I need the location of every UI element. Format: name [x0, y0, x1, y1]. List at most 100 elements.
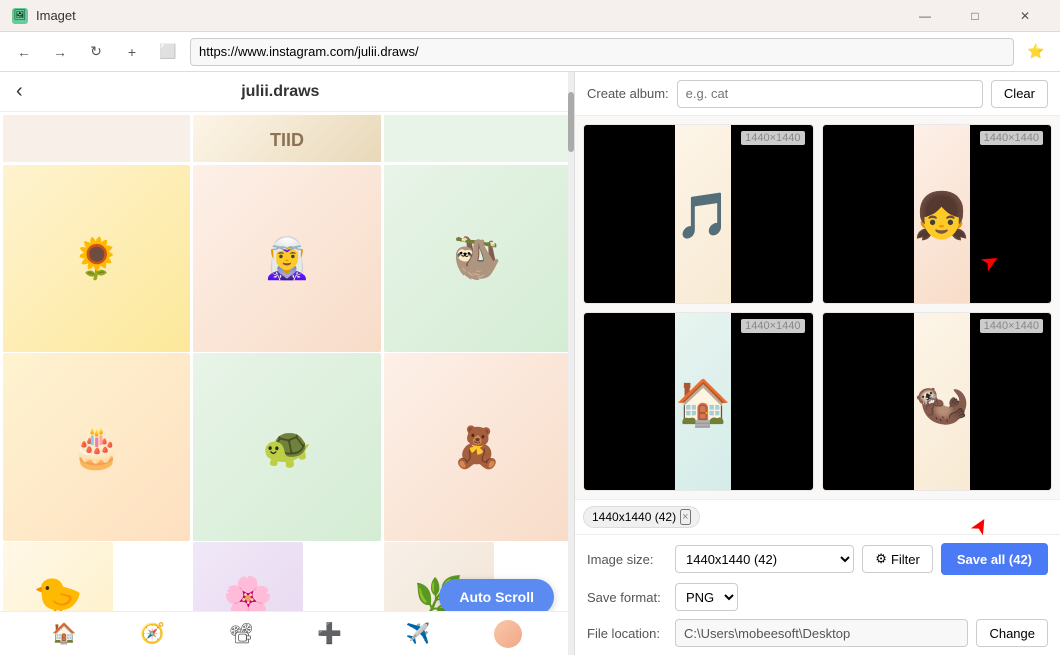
image-preview-3: 🏠 — [584, 313, 813, 492]
image-card-4-preview: 1440×1440 🦦 — [823, 313, 1052, 492]
image-size-label: Image size: — [587, 552, 667, 567]
format-label: Save format: — [587, 590, 667, 605]
image-dimension-3: 1440×1440 — [741, 319, 804, 333]
tag-label: 1440x1440 (42) — [592, 510, 676, 524]
image-preview-1: 🎵 — [584, 125, 813, 304]
cell-emoji-2: 🧝‍♀️ — [193, 165, 380, 352]
image-card-1: 1440×1440 🎵 450960918_10214325828954657_… — [583, 124, 814, 304]
illustration-3: 🏠 — [675, 313, 731, 492]
album-bar: Create album: Clear — [575, 72, 1060, 116]
minimize-button[interactable]: — — [902, 0, 948, 32]
image-size-select[interactable]: 1440x1440 (42) — [675, 545, 854, 573]
illustration-1: 🎵 — [675, 125, 731, 304]
title-bar-left: 🖼 Imaget — [12, 8, 76, 24]
close-button[interactable]: ✕ — [1002, 0, 1048, 32]
title-bar: 🖼 Imaget — □ ✕ — [0, 0, 1060, 32]
bookmark-icon[interactable]: ⭐ — [1022, 38, 1050, 66]
image-preview-2: 👧 — [823, 125, 1052, 304]
image-dimension-4: 1440×1440 — [980, 319, 1043, 333]
grid-cell-5: 🐢 — [193, 353, 380, 540]
black-block-4b — [970, 313, 1052, 492]
tag-close-button[interactable]: × — [680, 509, 690, 525]
control-row-1: Image size: 1440x1440 (42) ⚙ Filter Save… — [587, 543, 1048, 575]
save-all-button[interactable]: Save all (42) — [941, 543, 1048, 575]
instagram-back-button[interactable]: ‹ — [16, 80, 23, 103]
image-card-2: 1440×1440 👧 452232508_753850713428958_38… — [822, 124, 1053, 304]
image-preview-4: 🦦 — [823, 313, 1052, 492]
size-tag: 1440x1440 (42) × — [583, 506, 700, 528]
new-tab-button[interactable]: + — [118, 38, 146, 66]
image-grid: 1440×1440 🎵 450960918_10214325828954657_… — [575, 116, 1060, 499]
cell-emoji-6: 🧸 — [384, 353, 571, 540]
url-input[interactable] — [190, 38, 1014, 66]
instagram-username: julii.draws — [35, 83, 526, 101]
partial-cell-text: TIID — [193, 115, 380, 162]
partial-cell — [3, 115, 190, 162]
black-block-3b — [731, 313, 813, 492]
location-label: File location: — [587, 626, 667, 641]
illustration-2: 👧 — [914, 125, 970, 304]
add-nav-button[interactable]: ➕ — [317, 621, 342, 646]
instagram-header: ‹ julii.draws — [0, 72, 574, 112]
save-all-container: Save all (42) ➤ — [941, 543, 1048, 575]
instagram-bottom-nav: 🏠 🧭 📽 ➕ ✈️ — [0, 611, 574, 655]
cell-emoji-3: 🦥 — [384, 165, 571, 352]
image-card-2-preview: 1440×1440 👧 — [823, 125, 1052, 304]
partial-cell-3 — [384, 115, 571, 162]
black-block-1b — [731, 125, 813, 304]
home-nav-button[interactable]: 🏠 — [52, 621, 77, 646]
image-dimension-2: 1440×1440 — [980, 131, 1043, 145]
black-block-4 — [823, 313, 914, 492]
auto-scroll-button[interactable]: Auto Scroll — [439, 579, 554, 615]
change-button[interactable]: Change — [976, 619, 1048, 647]
cell-emoji-4: 🎂 — [3, 353, 190, 540]
scroll-track[interactable] — [568, 72, 574, 655]
filter-label: Filter — [891, 552, 920, 567]
messages-nav-button[interactable]: ✈️ — [406, 621, 431, 646]
album-label: Create album: — [587, 86, 669, 101]
scroll-thumb[interactable] — [568, 92, 574, 152]
black-block-1 — [584, 125, 675, 304]
black-block-3 — [584, 313, 675, 492]
black-block-2b — [970, 125, 1052, 304]
tags-bar: 1440x1440 (42) × — [575, 499, 1060, 534]
avatar — [494, 620, 522, 648]
image-card-1-preview: 1440×1440 🎵 — [584, 125, 813, 304]
address-bar: ← → ↻ + ⬜ ⭐ — [0, 32, 1060, 72]
grid-cell-6: 🧸 — [384, 353, 571, 540]
clear-button[interactable]: Clear — [991, 80, 1048, 108]
reels-nav-button[interactable]: 📽 — [229, 621, 254, 646]
forward-button[interactable]: → — [46, 38, 74, 66]
grid-cell-3: 🦥 — [384, 165, 571, 352]
format-select[interactable]: PNG — [675, 583, 738, 611]
instagram-partial-row: TIID — [0, 112, 574, 162]
grid-cell-2: 🧝‍♀️ — [193, 165, 380, 352]
filter-icon: ⚙ — [875, 551, 887, 567]
refresh-button[interactable]: ↻ — [82, 38, 110, 66]
image-card-3: 1440×1440 🏠 cafe illustration Save — [583, 312, 814, 492]
album-input[interactable] — [677, 80, 983, 108]
app-title: Imaget — [36, 8, 76, 23]
image-dimension-1: 1440×1440 — [741, 131, 804, 145]
address-icon[interactable]: ⬜ — [154, 38, 182, 66]
illustration-4: 🦦 — [914, 313, 970, 492]
window-controls: — □ ✕ — [902, 0, 1048, 32]
grid-cell-1: 🌻 — [3, 165, 190, 352]
file-location-input[interactable] — [675, 619, 968, 647]
grid-cell-4: 🎂 — [3, 353, 190, 540]
app-icon: 🖼 — [12, 8, 28, 24]
cell-emoji-5: 🐢 — [193, 353, 380, 540]
cell-emoji-1: 🌻 — [3, 165, 190, 352]
bottom-controls: Image size: 1440x1440 (42) ⚙ Filter Save… — [575, 534, 1060, 655]
explore-nav-button[interactable]: 🧭 — [140, 621, 165, 646]
control-row-2: Save format: PNG — [587, 583, 1048, 611]
right-panel: Create album: Clear 1440×1440 🎵 — [575, 72, 1060, 655]
instagram-panel: ‹ julii.draws TIID 🌻 🧝‍♀️ 🦥 🎂 — [0, 72, 575, 655]
image-card-3-preview: 1440×1440 🏠 — [584, 313, 813, 492]
maximize-button[interactable]: □ — [952, 0, 998, 32]
main-layout: ‹ julii.draws TIID 🌻 🧝‍♀️ 🦥 🎂 — [0, 72, 1060, 655]
image-card-4: 1440×1440 🦦 otter illustration Save — [822, 312, 1053, 492]
filter-button[interactable]: ⚙ Filter — [862, 545, 933, 573]
back-button[interactable]: ← — [10, 38, 38, 66]
black-block-2 — [823, 125, 914, 304]
